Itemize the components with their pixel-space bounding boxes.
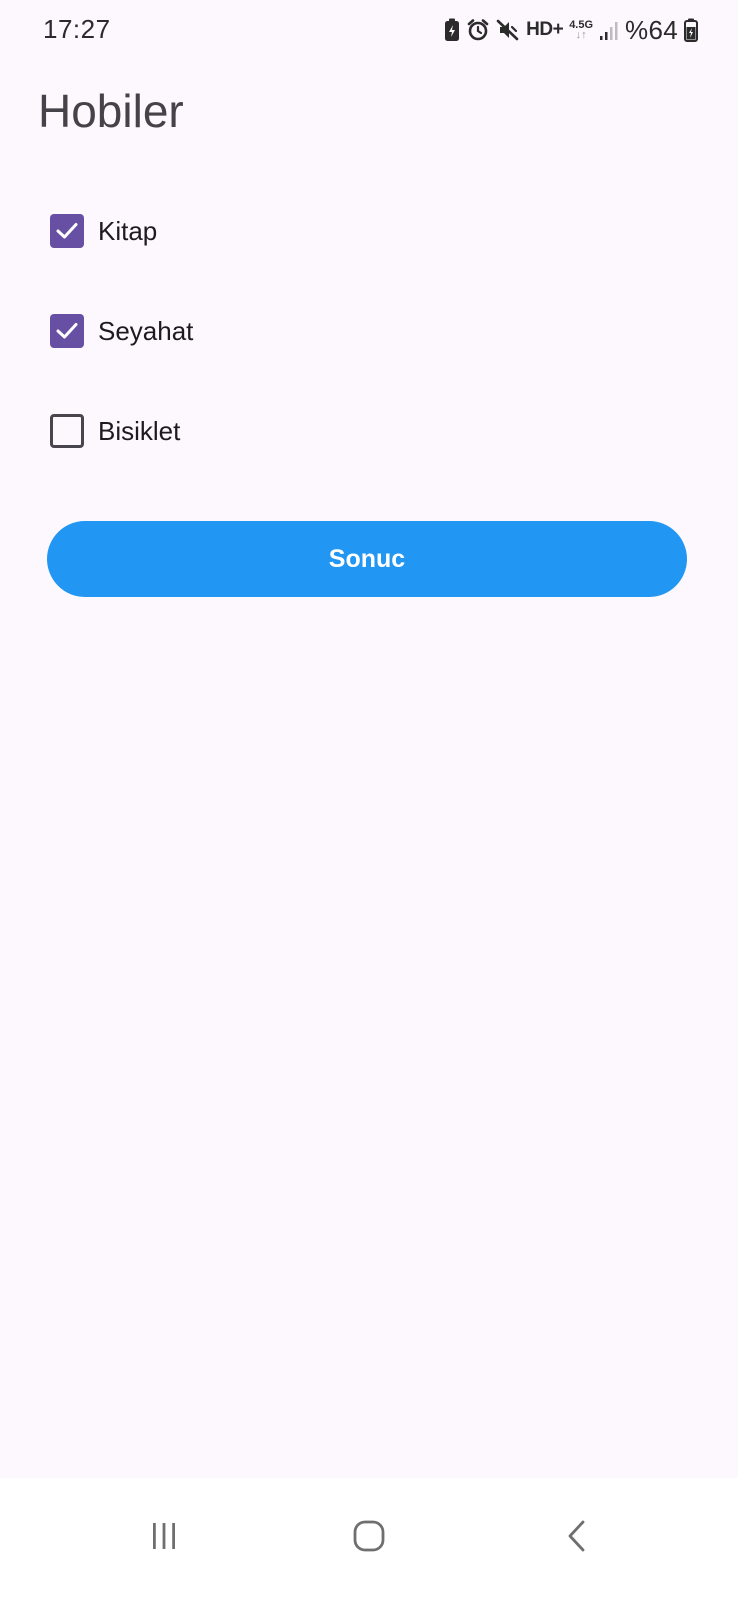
checkbox-label-seyahat: Seyahat (98, 315, 194, 346)
hd-voice-icon: HD+ (526, 19, 564, 40)
battery-icon (684, 18, 698, 42)
status-bar: 17:27 HD+ 4.5G ↓↑ %64 (0, 0, 738, 62)
checkbox-unchecked-icon[interactable] (50, 414, 84, 448)
battery-percent: %64 (625, 14, 678, 45)
network-icon: 4.5G ↓↑ (569, 20, 593, 41)
checkbox-bisiklet[interactable]: Bisiklet (50, 411, 180, 451)
checkbox-checked-icon[interactable] (50, 314, 84, 348)
page-title: Hobiler (38, 85, 184, 137)
checkbox-checked-icon[interactable] (50, 214, 84, 248)
checkbox-kitap[interactable]: Kitap (50, 211, 157, 251)
status-time: 17:27 (43, 14, 111, 44)
result-button[interactable]: Sonuc (47, 521, 687, 597)
mute-icon (496, 18, 520, 42)
home-icon[interactable] (339, 1506, 399, 1566)
checkbox-label-bisiklet: Bisiklet (98, 415, 181, 446)
status-icons: HD+ 4.5G ↓↑ %64 (444, 14, 698, 46)
back-icon[interactable] (547, 1506, 607, 1566)
recent-apps-icon[interactable] (134, 1506, 194, 1566)
network-arrows-label: ↓↑ (575, 29, 587, 41)
checkbox-seyahat[interactable]: Seyahat (50, 311, 193, 351)
signal-icon (599, 19, 619, 41)
alarm-icon (466, 18, 490, 42)
navigation-bar (0, 1478, 738, 1600)
checkbox-label-kitap: Kitap (98, 215, 158, 246)
battery-saver-icon (444, 18, 460, 42)
